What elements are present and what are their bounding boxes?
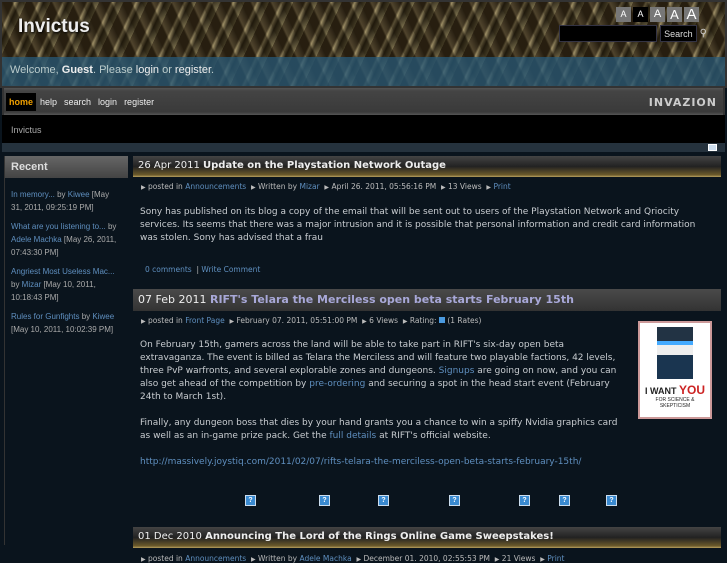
font-size-medium-button[interactable]: A	[650, 7, 665, 22]
uncle-sam-figure	[657, 327, 693, 379]
font-size-small-button[interactable]: A	[633, 7, 648, 22]
welcome-text: . Please	[92, 64, 136, 76]
post-meta: ▶ posted in Announcements ▶ Written by A…	[141, 554, 565, 563]
search-button[interactable]: Search	[660, 25, 697, 42]
main-nav: home help search login register INVAZION	[2, 88, 725, 115]
magnifier-icon[interactable]: ⚲	[700, 28, 707, 39]
post-title-link[interactable]: Update on the Playstation Network Outage	[203, 160, 446, 171]
source-url-link[interactable]: http://massively.joystiq.com/2011/02/07/…	[140, 457, 581, 467]
post-date: 01 Dec 2010	[138, 531, 202, 542]
search-input[interactable]	[559, 25, 658, 42]
signups-link[interactable]: Signups	[439, 366, 475, 376]
details-link[interactable]: full details	[330, 431, 377, 441]
author-link[interactable]: Adele Machka	[299, 554, 351, 563]
sidebar-title: Recent	[5, 156, 128, 178]
share-icons: ? ? ? ? ? ? ?	[133, 469, 721, 517]
post-body: Sony has published on its blog a copy of…	[140, 207, 696, 243]
recent-date: [May 10, 2011, 10:02:39 PM]	[11, 325, 114, 334]
recent-item: What are you listening to... by Adele Ma…	[5, 220, 128, 259]
upshrink-bar	[2, 143, 725, 152]
post-date: 26 Apr 2011	[138, 160, 200, 171]
recent-topic-link[interactable]: What are you listening to...	[11, 222, 106, 231]
recent-topic-link[interactable]: In memory...	[11, 190, 55, 199]
recent-author-link[interactable]: Adele Machka	[11, 235, 62, 244]
rating-star-icon	[438, 317, 445, 323]
site-title[interactable]: Invictus	[18, 16, 90, 38]
by-text: by	[105, 222, 117, 231]
recent-author-link[interactable]: Kiwee	[92, 312, 114, 321]
by-text: by	[11, 280, 22, 289]
nav-login[interactable]: login	[95, 93, 120, 111]
recent-item: Rules for Gunfights by Kiwee [May 10, 20…	[5, 310, 128, 336]
login-link[interactable]: login	[136, 64, 159, 76]
search-form: Search ⚲	[559, 25, 707, 42]
write-comment-link[interactable]: Write Comment	[201, 265, 260, 274]
welcome-text: or	[159, 64, 175, 76]
post-datetime: February 07. 2011, 05:51:00 PM	[236, 316, 358, 325]
nav-help[interactable]: help	[37, 93, 60, 111]
share-icon[interactable]: ?	[245, 495, 256, 506]
breadcrumb[interactable]: Invictus	[2, 115, 725, 143]
recent-author-link[interactable]: Kiwee	[68, 190, 90, 199]
recent-topic-link[interactable]: Angriest Most Useless Mac...	[11, 267, 115, 276]
recent-topic-link[interactable]: Rules for Gunfights	[11, 312, 79, 321]
welcome-bar: Welcome, Guest. Please login or register…	[2, 57, 725, 86]
share-icon[interactable]: ?	[449, 495, 460, 506]
post-header: 07 Feb 2011 RIFT's Telara the Merciless …	[133, 289, 721, 311]
sidebar: Recent In memory... by Kiwee [May 31, 20…	[4, 156, 128, 545]
post-comments: 0 comments | Write Comment	[145, 265, 261, 274]
post-image: I WANT YOU FOR SCIENCE & SKEPTICISM	[638, 321, 712, 419]
post-meta: ▶ posted in Front Page ▶ February 07. 20…	[141, 316, 482, 325]
category-link[interactable]: Announcements	[185, 554, 246, 563]
font-size-large-button[interactable]: A	[667, 7, 682, 22]
post-datetime: April 26. 2011, 05:56:16 PM	[331, 182, 437, 191]
post-header: 26 Apr 2011 Update on the Playstation Ne…	[133, 156, 721, 177]
post-date: 07 Feb 2011	[138, 293, 207, 306]
share-icon[interactable]: ?	[559, 495, 570, 506]
by-text: by	[79, 312, 93, 321]
rating-label: Rating:	[409, 316, 437, 325]
post-body: http://massively.joystiq.com/2011/02/07/…	[133, 456, 721, 469]
register-link[interactable]: register	[175, 64, 211, 76]
share-icon[interactable]: ?	[606, 495, 617, 506]
author-link[interactable]: Mizar	[299, 182, 319, 191]
print-link[interactable]: Print	[493, 182, 510, 191]
recent-item: In memory... by Kiwee [May 31, 2011, 09:…	[5, 188, 128, 214]
collapse-icon[interactable]	[708, 144, 717, 151]
rating-count: (1 Rates)	[447, 316, 482, 325]
category-link[interactable]: Front Page	[185, 316, 225, 325]
category-link[interactable]: Announcements	[185, 182, 246, 191]
view-count: 13 Views	[448, 182, 482, 191]
view-count: 21 Views	[501, 554, 536, 563]
nav-home[interactable]: home	[6, 93, 37, 111]
font-size-controls: A A A A A	[616, 7, 699, 22]
view-count: 6 Views	[369, 316, 399, 325]
by-text: by	[54, 190, 68, 199]
comments-link[interactable]: 0 comments	[145, 265, 192, 274]
font-size-xlarge-button[interactable]: A	[684, 7, 699, 22]
preorder-link[interactable]: pre-ordering	[309, 379, 365, 389]
share-icon[interactable]: ?	[519, 495, 530, 506]
share-icon[interactable]: ?	[319, 495, 330, 506]
post-meta: ▶ posted in Announcements ▶ Written by M…	[141, 182, 511, 191]
welcome-text: .	[211, 64, 215, 76]
post-title-link[interactable]: RIFT's Telara the Merciless open beta st…	[210, 293, 574, 306]
recent-item: Angriest Most Useless Mac... by Mizar [M…	[5, 265, 128, 304]
username: Guest	[61, 64, 93, 76]
share-icon[interactable]: ?	[378, 495, 389, 506]
theme-logo: INVAZION	[648, 96, 717, 109]
print-link[interactable]: Print	[547, 554, 564, 563]
post-body: Finally, any dungeon boss that dies by y…	[140, 418, 618, 441]
welcome-text: Welcome,	[10, 64, 62, 76]
content: 26 Apr 2011 Update on the Playstation Ne…	[133, 156, 721, 563]
post-title-link[interactable]: Announcing The Lord of the Rings Online …	[205, 531, 554, 542]
font-size-xsmall-button[interactable]: A	[616, 7, 631, 22]
post-datetime: December 01. 2010, 02:55:53 PM	[363, 554, 490, 563]
nav-register[interactable]: register	[121, 93, 157, 111]
recent-author-link[interactable]: Mizar	[22, 280, 42, 289]
post-body: On February 15th, gamers across the land…	[140, 340, 617, 402]
nav-search[interactable]: search	[61, 93, 94, 111]
